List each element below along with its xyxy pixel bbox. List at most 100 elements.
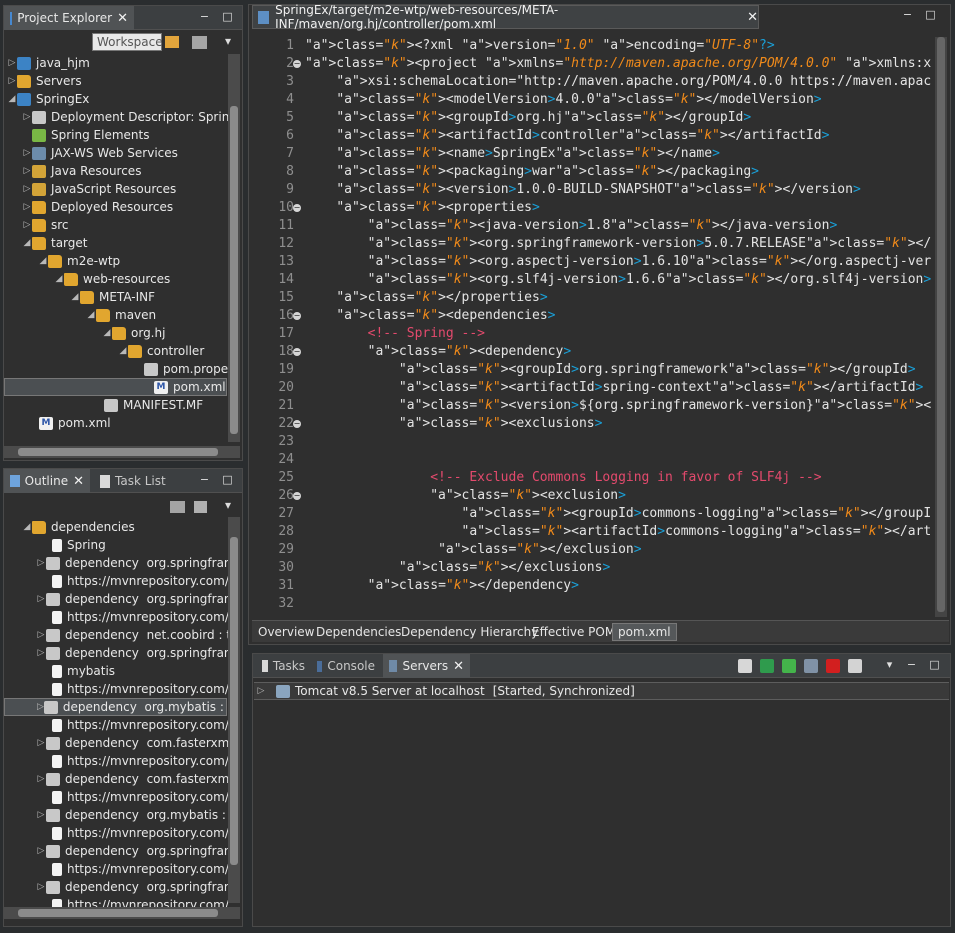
tab-dependencies[interactable]: Dependencies: [316, 623, 401, 641]
tree-item-deployed-resources[interactable]: ▷ Deployed Resources: [22, 198, 174, 216]
outline-item-dependency[interactable]: ▷ dependency com.fasterxml: [36, 734, 233, 752]
outline-toolbar-icon[interactable]: [170, 501, 185, 513]
outline-item-url[interactable]: https://mvnrepository.com/: [52, 680, 229, 698]
collapse-icon[interactable]: ◢: [22, 238, 32, 248]
maximize-icon[interactable]: □: [222, 474, 233, 485]
start-icon[interactable]: [782, 659, 796, 673]
project-explorer-tab[interactable]: Project Explorer ✕: [4, 6, 134, 30]
expand-icon[interactable]: ▷: [22, 148, 32, 158]
fold-icon[interactable]: −: [293, 60, 301, 68]
maximize-icon[interactable]: □: [222, 11, 233, 22]
fold-icon[interactable]: −: [293, 492, 301, 500]
tab-tasks[interactable]: Tasks: [256, 654, 311, 678]
outline-item-dependency[interactable]: ▷ dependency org.mybatis : r: [36, 806, 235, 824]
expand-icon[interactable]: ▷: [22, 112, 32, 122]
minimize-icon[interactable]: −: [199, 11, 210, 22]
minimize-icon[interactable]: −: [906, 659, 917, 670]
code-editor[interactable]: 1 2 3 4 5 6 7 8 9 10 11 12 13 14 15 16 1…: [256, 37, 931, 617]
vertical-scroll-thumb[interactable]: [230, 537, 238, 865]
tree-item-jax-ws[interactable]: ▷ JAX-WS Web Services: [22, 144, 178, 162]
close-icon[interactable]: ✕: [453, 659, 464, 674]
outline-item-dependency[interactable]: ▷ dependency org.springfram: [36, 644, 236, 662]
outline-item-url[interactable]: https://mvnrepository.com/: [52, 788, 229, 806]
outline-item-comment[interactable]: Spring: [52, 536, 106, 554]
workspace-chip[interactable]: Workspace: [92, 33, 163, 51]
expand-icon[interactable]: ▷: [36, 810, 46, 820]
publish-icon[interactable]: [848, 659, 862, 673]
chevron-down-icon[interactable]: ▾: [218, 34, 238, 50]
tree-item-target[interactable]: ◢ target: [22, 234, 88, 252]
expand-icon[interactable]: ▷: [36, 648, 46, 658]
collapse-icon[interactable]: ◢: [54, 274, 64, 284]
stop-icon[interactable]: [826, 659, 840, 673]
outline-item-url[interactable]: https://mvnrepository.com/: [52, 860, 229, 878]
server-row[interactable]: ▷ Tomcat v8.5 Server at localhost [Start…: [254, 682, 949, 700]
vertical-scroll-thumb[interactable]: [937, 37, 945, 612]
fold-icon[interactable]: −: [293, 204, 301, 212]
minimize-icon[interactable]: −: [902, 9, 913, 20]
fold-icon[interactable]: −: [293, 312, 301, 320]
outline-item-selected-dependency[interactable]: ▷ dependency org.mybatis : r: [4, 698, 233, 716]
tree-item-web-resources[interactable]: ◢ web-resources: [54, 270, 171, 288]
outline-item-dependency[interactable]: ▷ dependency com.fasterxml: [36, 770, 233, 788]
tab-console[interactable]: Console: [311, 654, 381, 678]
minimize-icon[interactable]: −: [199, 474, 210, 485]
tree-item-pom-properties[interactable]: pom.prope: [144, 360, 228, 378]
view-menu-icon[interactable]: [192, 36, 207, 49]
tree-item-org-hj[interactable]: ◢ org.hj: [102, 324, 166, 342]
expand-icon[interactable]: ▷: [37, 702, 44, 712]
new-server-icon[interactable]: [738, 659, 752, 673]
outline-item-dependency[interactable]: ▷ dependency net.coobird : t: [36, 626, 232, 644]
project-explorer-vertical-scrollbar[interactable]: [228, 54, 240, 442]
tree-item-servers[interactable]: ▷ Servers: [7, 72, 82, 90]
expand-icon[interactable]: ▷: [256, 686, 266, 696]
tree-item-manifest[interactable]: MANIFEST.MF: [104, 396, 203, 414]
expand-icon[interactable]: ▷: [36, 846, 46, 856]
tree-item-pom-xml-selected[interactable]: Mpom.xml: [4, 378, 227, 396]
collapse-icon[interactable]: ◢: [118, 346, 128, 356]
outline-item-url[interactable]: https://mvnrepository.com/: [52, 752, 229, 770]
expand-icon[interactable]: ▷: [36, 882, 46, 892]
tree-item-javascript-resources[interactable]: ▷ JavaScript Resources: [22, 180, 177, 198]
tab-outline[interactable]: Outline ✕: [4, 469, 90, 493]
debug-icon[interactable]: [760, 659, 774, 673]
tab-servers[interactable]: Servers ✕: [383, 654, 470, 678]
tab-pom-xml[interactable]: pom.xml: [612, 623, 677, 641]
tree-item-deployment-descriptor[interactable]: ▷ Deployment Descriptor: Spring: [22, 108, 237, 126]
tab-dependency-hierarchy[interactable]: Dependency Hierarchy: [401, 623, 538, 641]
collapse-all-icon[interactable]: [194, 501, 207, 513]
expand-icon[interactable]: ▷: [36, 738, 46, 748]
editor-vertical-scrollbar[interactable]: [935, 37, 947, 617]
expand-icon[interactable]: ▷: [36, 774, 46, 784]
collapse-icon[interactable]: ◢: [22, 522, 32, 532]
view-menu-icon[interactable]: ▾: [884, 659, 895, 670]
expand-icon[interactable]: ▷: [7, 76, 17, 86]
expand-icon[interactable]: ▷: [36, 558, 46, 568]
outline-item-url[interactable]: https://mvnrepository.com/: [52, 608, 229, 626]
tree-item-springex[interactable]: ◢ SpringEx: [7, 90, 90, 108]
outline-vertical-scrollbar[interactable]: [228, 517, 240, 903]
tab-task-list[interactable]: Task List: [94, 469, 174, 493]
editor-tab[interactable]: SpringEx/target/m2e-wtp/web-resources/ME…: [252, 3, 759, 31]
expand-icon[interactable]: ▷: [22, 202, 32, 212]
tree-item-java-resources[interactable]: ▷ Java Resources: [22, 162, 142, 180]
outline-item-dependency[interactable]: ▷ dependency org.springfram: [36, 842, 236, 860]
close-icon[interactable]: ✕: [117, 11, 128, 26]
tree-item-m2e-wtp[interactable]: ◢ m2e-wtp: [38, 252, 121, 270]
outline-item-url[interactable]: https://mvnrepository.com/: [52, 716, 229, 734]
tree-item-java-hjm[interactable]: ▷ java_hjm: [7, 54, 90, 72]
outline-item-dependency[interactable]: ▷ dependency org.springfram: [36, 554, 236, 572]
expand-icon[interactable]: ▷: [36, 630, 46, 640]
fold-icon[interactable]: −: [293, 348, 301, 356]
fold-icon[interactable]: −: [293, 420, 301, 428]
outline-item-comment[interactable]: mybatis: [52, 662, 115, 680]
collapse-icon[interactable]: ◢: [70, 292, 80, 302]
outline-item-dependency[interactable]: ▷ dependency org.springfram: [36, 590, 236, 608]
tree-item-controller[interactable]: ◢ controller: [118, 342, 205, 360]
close-icon[interactable]: ✕: [747, 10, 758, 25]
tree-item-meta-inf[interactable]: ◢ META-INF: [70, 288, 156, 306]
tree-item-pom-xml[interactable]: Mpom.xml: [39, 414, 111, 432]
tree-item-maven[interactable]: ◢ maven: [86, 306, 157, 324]
outline-item-url[interactable]: https://mvnrepository.com/: [52, 824, 229, 842]
close-icon[interactable]: ✕: [73, 474, 84, 489]
